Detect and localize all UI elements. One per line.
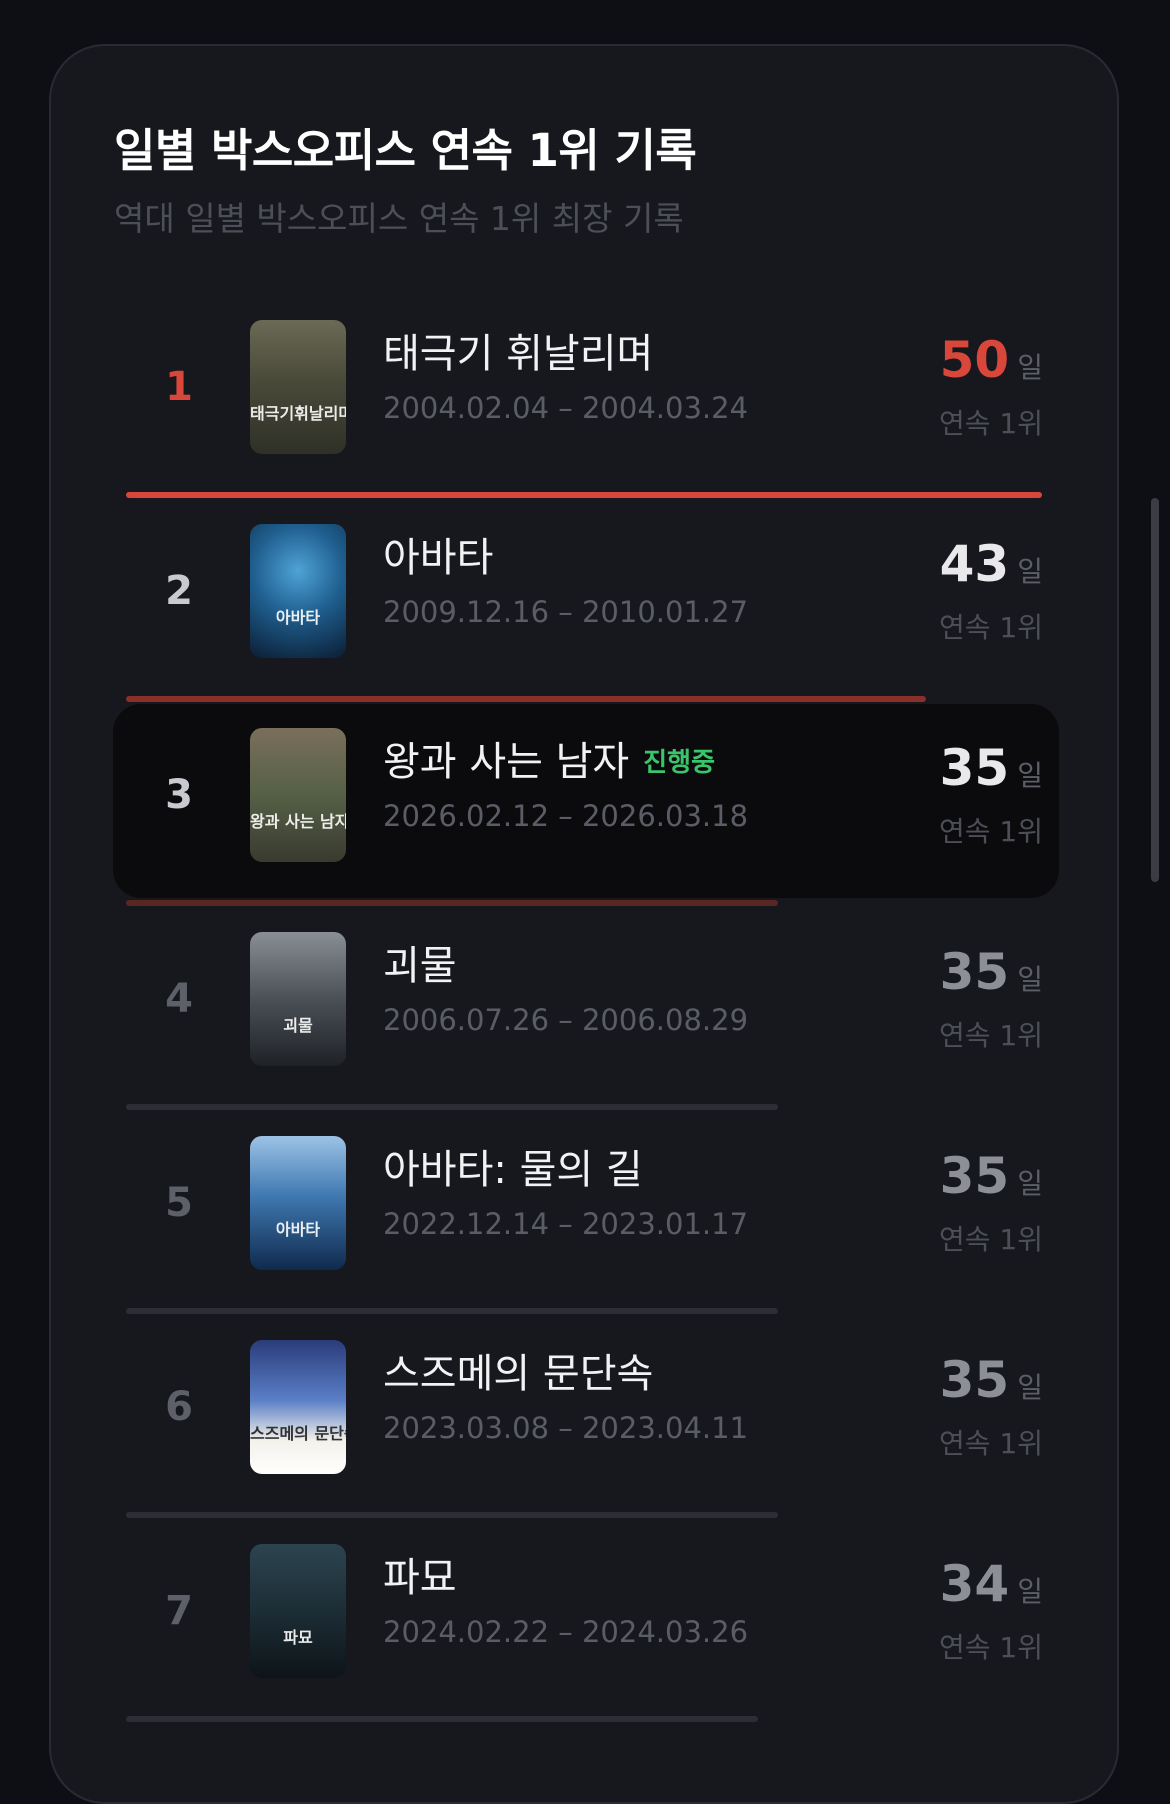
rank-number: 1 [165,364,193,410]
list-item[interactable]: 5 아바타 아바타: 물의 길 2022.12.14 – 2023.01.17 35 일 연… [51,1112,1121,1316]
blue-face-poster[interactable]: 아바타 [250,524,346,658]
rank-number: 2 [165,568,193,614]
page-subtitle: 역대 일별 박스오피스 연속 1위 최장 기록 [114,199,684,238]
anime-door-poster[interactable]: 스즈메의 문단속 [250,1340,346,1474]
days-unit: 일 [1017,759,1043,792]
streak-bar [126,1104,778,1110]
movie-title[interactable]: 왕과 사는 남자 진행중 [383,738,715,787]
streak-bar [126,900,778,906]
poster-title: 파묘 [283,1628,313,1647]
date-range: 2006.07.26 – 2006.08.29 [383,1003,749,1037]
days-count: 43 [939,535,1010,593]
movie-title[interactable]: 스즈메의 문단속 [383,1350,653,1398]
war-film-poster[interactable]: 태극기휘날리며 [250,320,346,454]
streak-label: 연속 1위 [939,1019,1043,1052]
page-title: 일별 박스오피스 연속 1위 기록 [114,124,697,177]
movie-title[interactable]: 아바타 [383,534,493,582]
streak-days: 35 일 [940,1148,1043,1204]
list-item[interactable]: 4 괴물 괴물 2006.07.26 – 2006.08.29 35 일 연속 1위 [51,908,1121,1112]
ocean-poster[interactable]: 아바타 [250,1136,346,1270]
palace-gate-poster[interactable]: 왕과 사는 남자 [250,728,346,862]
days-unit: 일 [1017,555,1043,588]
days-count: 50 [939,331,1010,389]
date-range: 2009.12.16 – 2010.01.27 [383,595,749,629]
streak-label: 연속 1위 [939,815,1043,848]
movie-title-text: 파묘 [383,1555,457,1601]
movie-title[interactable]: 괴물 [383,942,457,990]
poster-title: 아바타 [275,1220,321,1239]
list-item[interactable]: 7 파묘 파묘 2024.02.22 – 2024.03.26 34 일 연속 1위 [51,1520,1121,1724]
movie-title[interactable]: 태극기 휘날리며 [383,330,653,378]
rank-number: 4 [165,976,193,1022]
poster-title: 스즈메의 문단속 [250,1424,346,1443]
date-range: 2022.12.14 – 2023.01.17 [383,1207,749,1241]
rank-number: 3 [165,772,193,818]
family-portrait-poster[interactable]: 괴물 [250,932,346,1066]
streak-label: 연속 1위 [939,1427,1043,1460]
list-item[interactable]: 6스즈메의 문단속스즈메의 문단속2023.03.08 – 2023.04.11… [51,1316,1121,1520]
list-item[interactable]: 3 왕과 사는 남자 왕과 사는 남자 진행중 2026.02.12 – 2026.03… [51,704,1121,908]
date-range: 2004.02.04 – 2004.03.24 [383,391,749,425]
movie-title[interactable]: 파묘 [383,1554,457,1602]
live-badge: 진행중 [643,748,715,778]
scrollbar[interactable] [1151,498,1159,882]
rank-number: 5 [165,1180,193,1226]
days-count: 35 [939,1147,1010,1205]
streak-label: 연속 1위 [939,407,1043,440]
movie-title-text: 왕과 사는 남자 [383,739,630,785]
days-unit: 일 [1017,1371,1043,1404]
poster-title: 아바타 [275,608,321,627]
poster-title: 왕과 사는 남자 [250,812,346,831]
streak-days: 35 일 [940,1352,1043,1408]
streak-days: 35 일 [940,944,1043,1000]
list-item[interactable]: 1 태극기휘날리며 태극기 휘날리며 2004.02.04 – 2004.03.24 5… [51,296,1121,500]
streak-bar [126,1308,778,1314]
mystery-poster[interactable]: 파묘 [250,1544,346,1678]
date-range: 2026.02.12 – 2026.03.18 [383,799,749,833]
days-count: 35 [939,739,1010,797]
streak-bar [126,492,1042,498]
movie-title-text: 아바타: 물의 길 [383,1147,643,1193]
poster-title: 괴물 [283,1016,313,1035]
movie-title[interactable]: 아바타: 물의 길 [383,1146,643,1194]
movie-title-text: 괴물 [383,943,457,989]
streak-days: 34 일 [940,1556,1043,1612]
streak-label: 연속 1위 [939,611,1043,644]
days-unit: 일 [1017,963,1043,996]
movie-title-text: 스즈메의 문단속 [383,1351,654,1397]
date-range: 2023.03.08 – 2023.04.11 [383,1411,749,1445]
streak-days: 50 일 [940,332,1043,388]
days-unit: 일 [1017,1575,1043,1608]
date-range: 2024.02.22 – 2024.03.26 [383,1615,749,1649]
streak-days: 35 일 [940,740,1043,796]
streak-label: 연속 1위 [939,1223,1043,1256]
days-unit: 일 [1017,1167,1043,1200]
streak-days: 43 일 [940,536,1043,592]
days-count: 34 [939,1555,1010,1613]
movie-title-text: 아바타 [383,535,494,581]
list-item[interactable]: 2 아바타 아바타 2009.12.16 – 2010.01.27 43 일 연속 1위 [51,500,1121,704]
streak-bar [126,1512,778,1518]
box-office-card: 일별 박스오피스 연속 1위 기록 역대 일별 박스오피스 연속 1위 최장 기… [49,44,1119,1804]
movie-title-text: 태극기 휘날리며 [383,331,654,377]
rank-number: 6 [165,1384,193,1430]
poster-title: 태극기휘날리며 [250,404,346,423]
streak-bar [126,1716,758,1722]
days-count: 35 [939,943,1010,1001]
days-count: 35 [939,1351,1010,1409]
streak-bar [126,696,926,702]
rank-number: 7 [165,1588,193,1634]
streak-label: 연속 1위 [939,1631,1043,1664]
days-unit: 일 [1017,351,1043,384]
